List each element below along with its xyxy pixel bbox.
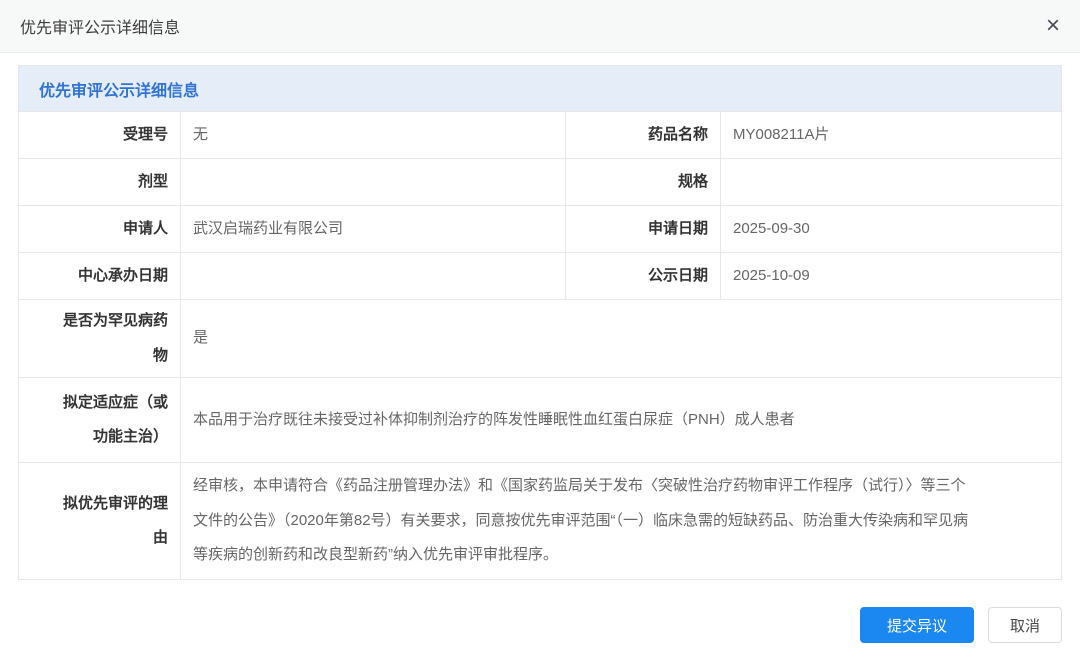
- field-value-center-accept-date: [181, 253, 566, 299]
- table-row: 受理号 无 药品名称 MY008211A片: [19, 111, 1061, 158]
- table-row: 剂型 规格: [19, 158, 1061, 205]
- field-label-applicant: 申请人: [19, 206, 181, 252]
- field-value-application-date: 2025-09-30: [721, 206, 1061, 252]
- field-label-publicity-date: 公示日期: [566, 253, 721, 299]
- dialog-body: 优先审评公示详细信息 受理号 无 药品名称 MY008211A片 剂型 规格 申…: [0, 53, 1080, 580]
- field-value-specification: [721, 159, 1061, 205]
- cancel-button[interactable]: 取消: [988, 607, 1062, 643]
- field-label-acceptance-no: 受理号: [19, 112, 181, 158]
- field-label-rare-disease: 是否为罕见病药物: [19, 300, 181, 377]
- field-value-dosage-form: [181, 159, 566, 205]
- dialog-header: 优先审评公示详细信息 ×: [0, 0, 1080, 53]
- dialog-title: 优先审评公示详细信息: [20, 14, 180, 38]
- submit-objection-button[interactable]: 提交异议: [860, 607, 974, 643]
- field-value-rare-disease: 是: [181, 300, 1061, 377]
- field-value-publicity-date: 2025-10-09: [721, 253, 1061, 299]
- field-value-priority-reason: 经审核，本申请符合《药品注册管理办法》和《国家药监局关于发布〈突破性治疗药物审评…: [181, 463, 1061, 579]
- table-row: 申请人 武汉启瑞药业有限公司 申请日期 2025-09-30: [19, 205, 1061, 252]
- table-row: 中心承办日期 公示日期 2025-10-09: [19, 252, 1061, 299]
- detail-info-table: 优先审评公示详细信息 受理号 无 药品名称 MY008211A片 剂型 规格 申…: [18, 65, 1062, 580]
- table-title: 优先审评公示详细信息: [19, 66, 1061, 111]
- field-value-acceptance-no: 无: [181, 112, 566, 158]
- field-label-application-date: 申请日期: [566, 206, 721, 252]
- field-value-indication: 本品用于治疗既往未接受过补体抑制剂治疗的阵发性睡眠性血红蛋白尿症（PNH）成人患…: [181, 378, 1061, 462]
- table-row: 拟定适应症（或功能主治） 本品用于治疗既往未接受过补体抑制剂治疗的阵发性睡眠性血…: [19, 377, 1061, 462]
- dialog-footer: 提交异议 取消: [860, 607, 1062, 643]
- field-label-center-accept-date: 中心承办日期: [19, 253, 181, 299]
- close-icon[interactable]: ×: [1046, 14, 1060, 38]
- field-label-dosage-form: 剂型: [19, 159, 181, 205]
- field-label-drug-name: 药品名称: [566, 112, 721, 158]
- field-label-priority-reason: 拟优先审评的理由: [19, 463, 181, 579]
- table-row: 是否为罕见病药物 是: [19, 299, 1061, 377]
- field-label-indication: 拟定适应症（或功能主治）: [19, 378, 181, 462]
- field-label-specification: 规格: [566, 159, 721, 205]
- table-row: 拟优先审评的理由 经审核，本申请符合《药品注册管理办法》和《国家药监局关于发布〈…: [19, 462, 1061, 579]
- priority-review-detail-dialog: 优先审评公示详细信息 × 优先审评公示详细信息 受理号 无 药品名称 MY008…: [0, 0, 1080, 580]
- field-value-applicant: 武汉启瑞药业有限公司: [181, 206, 566, 252]
- field-value-drug-name: MY008211A片: [721, 112, 1061, 158]
